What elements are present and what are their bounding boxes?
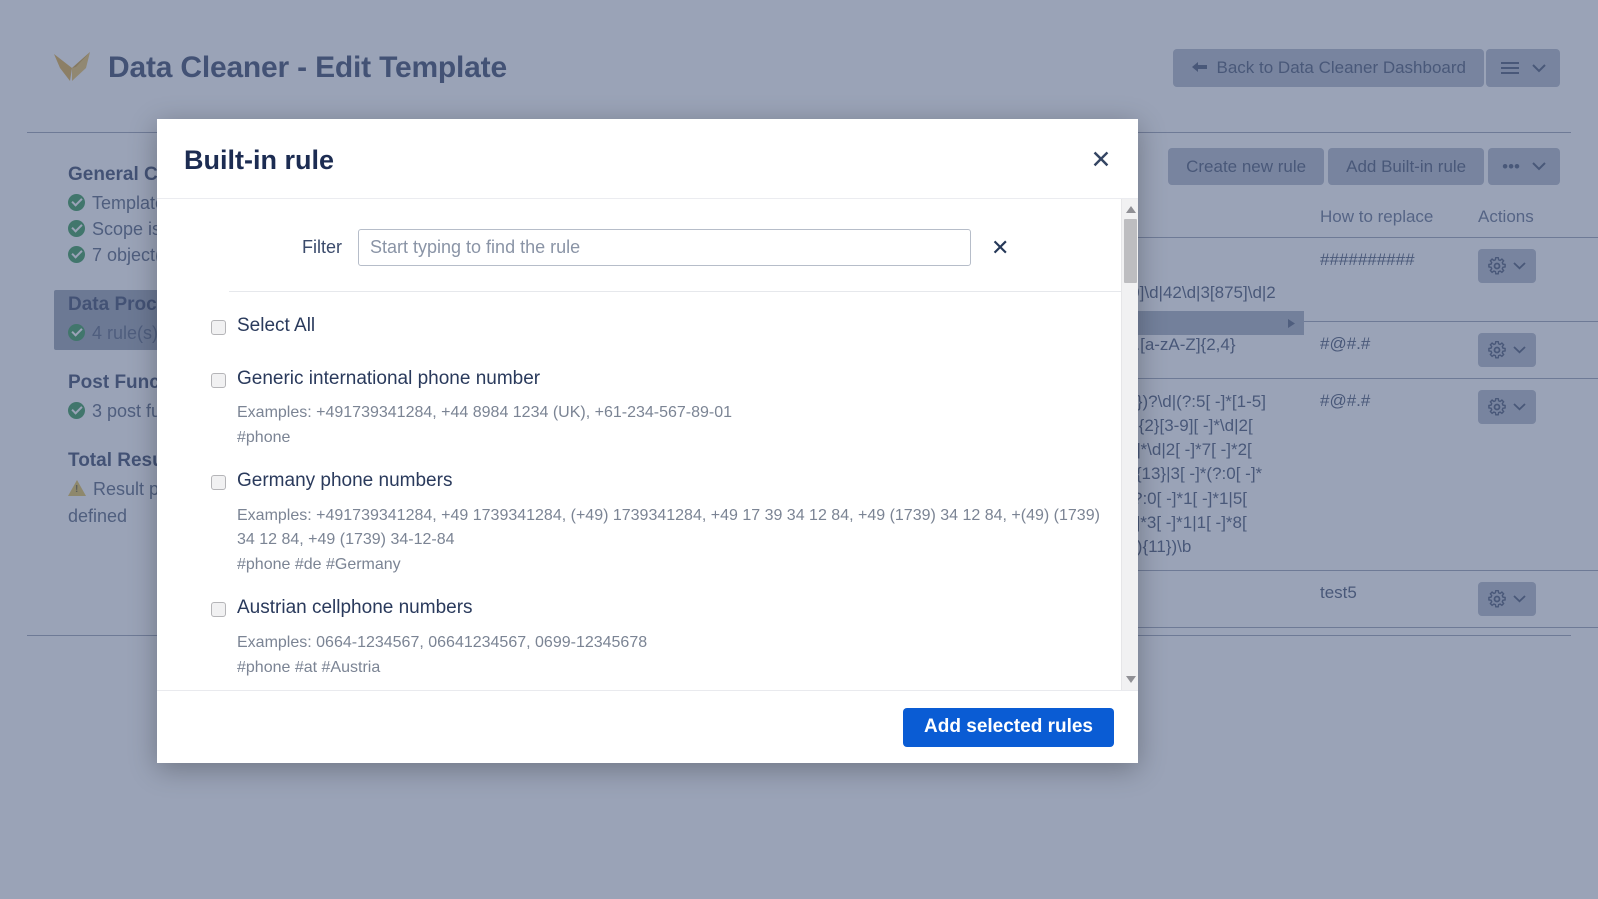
rule-name: Generic international phone number xyxy=(237,367,541,389)
rule-list: Select All Generic international phone n… xyxy=(184,292,1104,690)
select-all-row[interactable]: Select All xyxy=(211,314,1104,339)
search-input[interactable] xyxy=(358,229,971,266)
rule-checkbox[interactable] xyxy=(211,602,226,618)
dialog-footer: Add selected rules xyxy=(157,690,1138,763)
rule-item-row[interactable]: Germany phone numbers xyxy=(211,469,1104,494)
dialog-scrollbar[interactable] xyxy=(1121,199,1138,690)
add-selected-rules-button[interactable]: Add selected rules xyxy=(903,707,1114,747)
close-icon[interactable]: ✕ xyxy=(1086,145,1116,175)
scroll-down-arrow-icon[interactable] xyxy=(1126,676,1136,683)
rule-detail: Examples: 0664-1234567, 06641234567, 069… xyxy=(211,625,1104,681)
rule-examples: Examples: +491739341284, +44 8984 1234 (… xyxy=(237,404,733,422)
rule-detail: Examples: +491739341284, +49 1739341284,… xyxy=(211,498,1104,578)
rule-name: Germany phone numbers xyxy=(237,469,453,491)
list-item: Austrian cellphone numbers Examples: 066… xyxy=(211,596,1104,680)
select-all-label: Select All xyxy=(237,315,316,336)
rule-item-row[interactable]: Generic international phone number xyxy=(211,367,1104,392)
rule-tags: #phone #de #Germany xyxy=(237,556,401,574)
select-all-checkbox[interactable] xyxy=(211,320,226,335)
dialog-scrollbar-thumb[interactable] xyxy=(1124,219,1137,283)
built-in-rule-dialog: Built-in rule ✕ Filter ✕ Select All Gene… xyxy=(157,119,1138,763)
list-item: Germany phone numbers Examples: +4917393… xyxy=(211,469,1104,578)
rule-checkbox[interactable] xyxy=(211,372,226,388)
scroll-up-arrow-icon[interactable] xyxy=(1126,206,1136,213)
rule-tags: #phone xyxy=(237,429,291,447)
rule-item-row[interactable]: Austrian cellphone numbers xyxy=(211,596,1104,621)
rule-examples: Examples: +491739341284, +49 1739341284,… xyxy=(237,506,1100,549)
rule-examples: Examples: 0664-1234567, 06641234567, 069… xyxy=(237,633,648,651)
rule-detail: Examples: +491739341284, +44 8984 1234 (… xyxy=(211,395,1104,451)
dialog-header: Built-in rule ✕ xyxy=(157,119,1138,199)
filter-row: Filter ✕ xyxy=(184,225,1104,266)
clear-x-icon[interactable]: ✕ xyxy=(987,235,1013,261)
rule-tags: #phone #at #Austria xyxy=(237,658,381,676)
dialog-title: Built-in rule xyxy=(184,145,334,175)
rule-name: Austrian cellphone numbers xyxy=(237,597,473,619)
dialog-body: Filter ✕ Select All Generic internationa… xyxy=(157,199,1138,690)
list-item: Generic international phone number Examp… xyxy=(211,367,1104,451)
filter-label: Filter xyxy=(302,237,342,257)
rule-checkbox[interactable] xyxy=(211,474,226,490)
